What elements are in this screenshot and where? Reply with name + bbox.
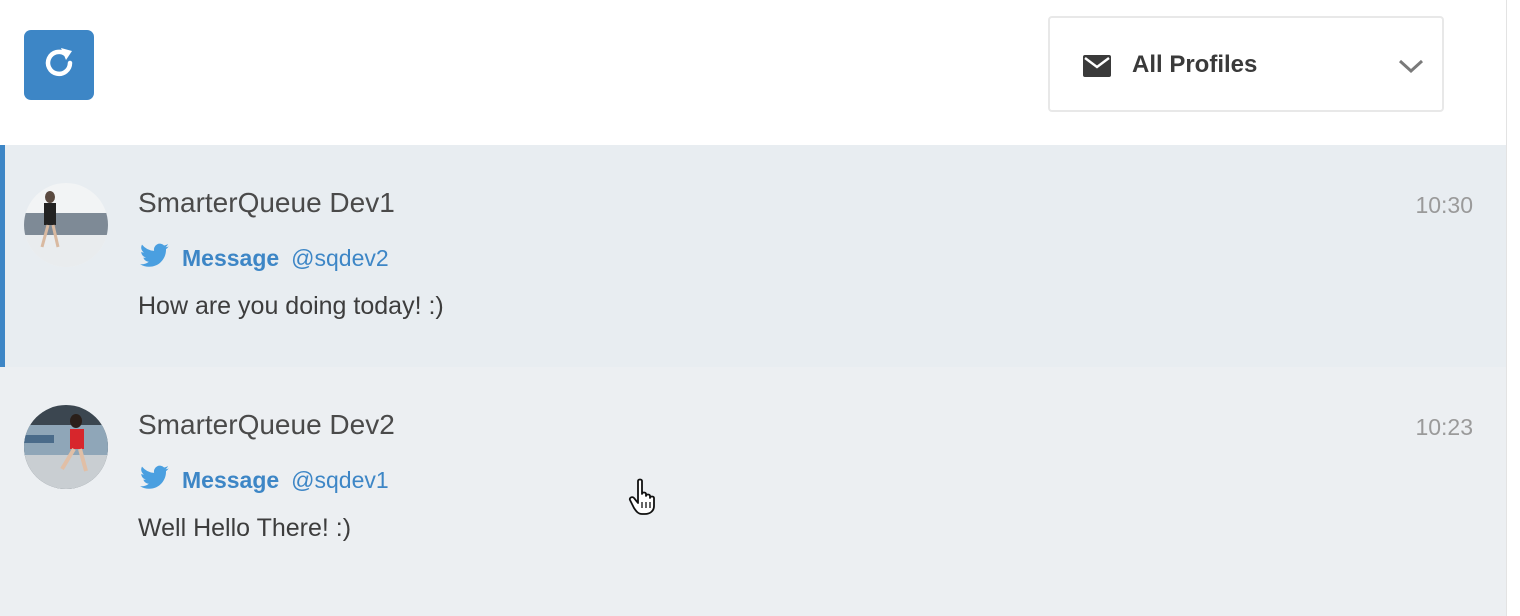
message-item[interactable]: SmarterQueue Dev2 10:23 Message @sqdev1 …: [0, 367, 1506, 616]
recipient-handle[interactable]: @sqdev2: [291, 245, 389, 272]
avatar[interactable]: [24, 183, 108, 267]
recipient-handle[interactable]: @sqdev1: [291, 467, 389, 494]
message-type: Message: [182, 245, 280, 271]
hand-pointer-icon: [628, 478, 662, 521]
message-text: How are you doing today! :): [138, 292, 444, 320]
inbox-app: All Profiles SmarterQueue Dev1 10:30 Mes…: [0, 0, 1520, 616]
sender-name: SmarterQueue Dev1: [138, 187, 395, 218]
message-time: 10:23: [1415, 414, 1473, 440]
twitter-icon: [140, 243, 170, 274]
message-type: Message: [182, 467, 280, 493]
chevron-down-icon: [1398, 58, 1424, 79]
message-meta: Message @sqdev1: [140, 465, 389, 496]
refresh-button[interactable]: [24, 30, 94, 100]
avatar[interactable]: [24, 405, 108, 489]
toolbar: All Profiles: [0, 0, 1506, 145]
message-meta: Message @sqdev2: [140, 243, 389, 274]
message-list: SmarterQueue Dev1 10:30 Message @sqdev2 …: [0, 145, 1506, 616]
profile-filter-label: All Profiles: [1132, 51, 1258, 78]
refresh-icon: [41, 45, 77, 86]
twitter-icon: [140, 465, 170, 496]
selected-indicator: [0, 145, 5, 367]
panel-divider: [1506, 0, 1507, 616]
profile-filter-dropdown[interactable]: All Profiles: [1048, 16, 1444, 112]
message-item[interactable]: SmarterQueue Dev1 10:30 Message @sqdev2 …: [0, 145, 1506, 367]
envelope-icon: [1082, 54, 1112, 83]
message-time: 10:30: [1415, 192, 1473, 218]
sender-name: SmarterQueue Dev2: [138, 409, 395, 440]
message-text: Well Hello There! :): [138, 514, 352, 542]
